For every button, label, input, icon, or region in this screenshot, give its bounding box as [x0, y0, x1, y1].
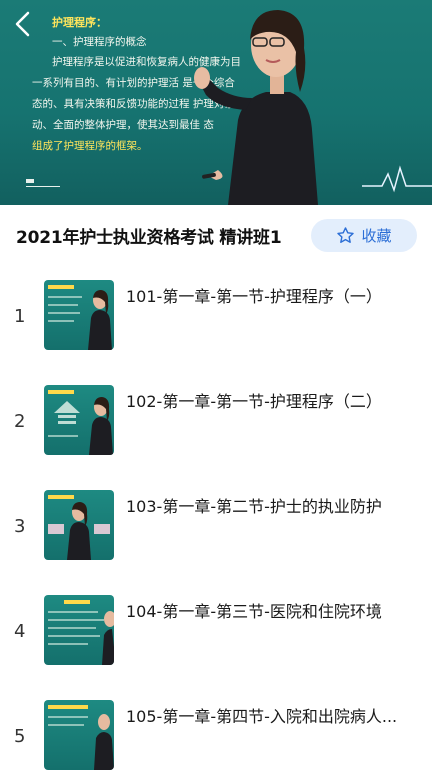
slide-line: 动、全面的整体护理，使其达到最佳 态 [32, 119, 214, 131]
episode-thumbnail [44, 490, 114, 560]
episode-number: 3 [14, 516, 26, 537]
course-title: 2021年护士执业资格考试 精讲班1 [16, 228, 282, 248]
episode-number: 2 [14, 411, 26, 432]
episode-title: 101-第一章-第一节-护理程序（一） [126, 287, 382, 306]
chevron-left-icon [15, 11, 30, 37]
slide-highlight: 组成了护理程序的框架。 [32, 140, 148, 152]
episode-number: 5 [14, 726, 26, 747]
episode-thumbnail [44, 595, 114, 665]
episode-thumbnail [44, 700, 114, 770]
episode-item[interactable]: 1 101-第一章-第一节-护理程序（一） [0, 280, 432, 352]
slide-heading: 护理程序： [52, 16, 107, 29]
episode-title: 103-第一章-第二节-护士的执业防护 [126, 497, 382, 516]
slide-decoration [362, 165, 432, 193]
episode-item[interactable]: 3 103-第一章-第二节-护士的执业防护 [0, 490, 432, 562]
episode-thumbnail [44, 280, 114, 350]
slide-logo [26, 176, 60, 187]
episode-item[interactable]: 2 102-第一章-第一节-护理程序（二） [0, 385, 432, 457]
episode-title: 102-第一章-第一节-护理程序（二） [126, 392, 382, 411]
episode-title: 104-第一章-第三节-医院和住院环境 [126, 602, 382, 621]
favorite-button[interactable]: 收藏 [311, 219, 417, 252]
slide-line: 一、护理程序的概念 [52, 36, 147, 48]
episode-thumbnail [44, 385, 114, 455]
episode-item[interactable]: 4 104-第一章-第三节-医院和住院环境 [0, 595, 432, 667]
episode-number: 1 [14, 306, 26, 327]
back-button[interactable] [6, 4, 40, 44]
video-player[interactable]: 护理程序： 一、护理程序的概念 护理程序是以促进和恢复病人的健康为目 一系列有目… [0, 0, 432, 205]
favorite-label: 收藏 [361, 227, 392, 245]
episode-number: 4 [14, 621, 26, 642]
episode-title: 105-第一章-第四节-入院和出院病人... [126, 707, 398, 726]
presenter-image [194, 10, 318, 205]
star-outline-icon [337, 227, 355, 243]
episode-item[interactable]: 5 105-第一章-第四节-入院和出院病人... [0, 700, 432, 772]
